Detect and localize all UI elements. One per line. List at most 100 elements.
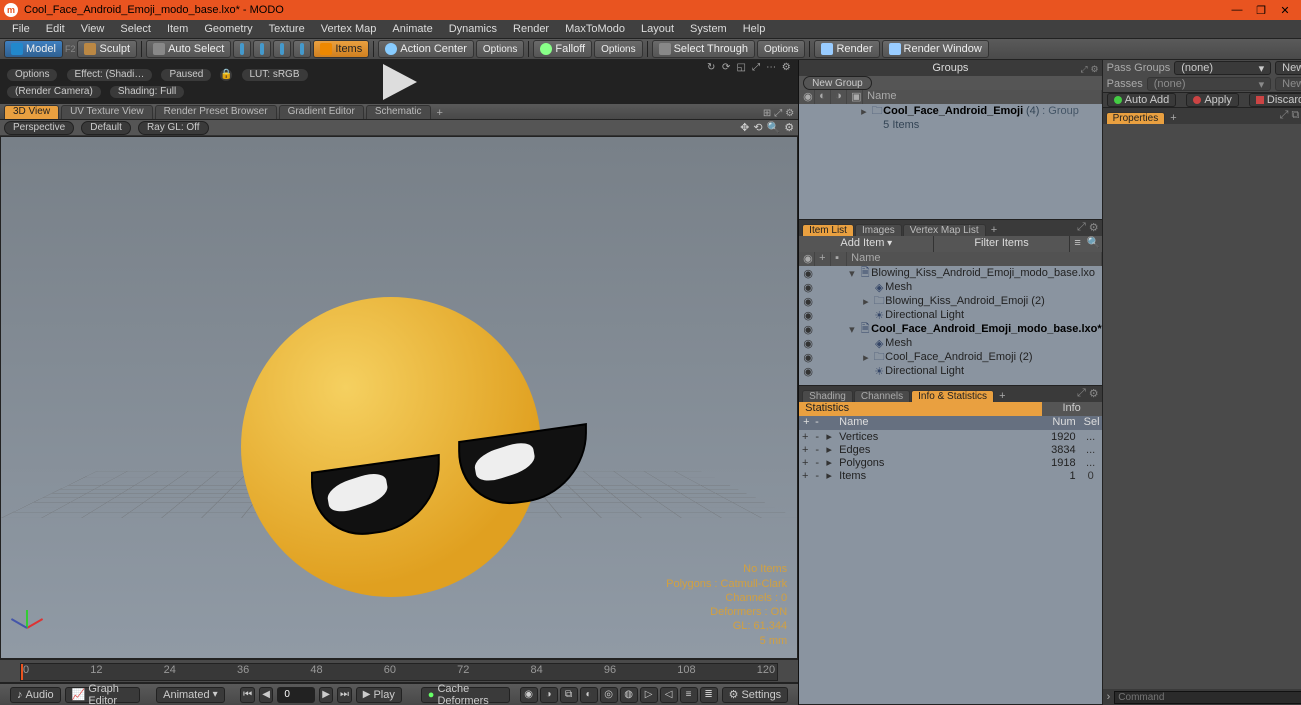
name-column-header[interactable]: Name — [847, 252, 1101, 266]
menu-render[interactable]: Render — [505, 23, 557, 35]
rig-icon-3[interactable]: ⧉ — [560, 687, 578, 703]
panel-gear-icon[interactable]: ⚙ — [1091, 61, 1099, 77]
add-item-button[interactable]: Add Item ▾ — [799, 236, 934, 252]
gear-icon[interactable]: ⚙ — [780, 62, 792, 74]
sync-icon[interactable]: ⟳ — [720, 62, 732, 74]
statistics-subtab[interactable]: Statistics — [799, 402, 1041, 416]
info-subtab[interactable]: Info — [1042, 402, 1102, 416]
render-paused-button[interactable]: Paused — [160, 68, 212, 82]
select-materials-button[interactable] — [293, 40, 311, 58]
zoom-icon[interactable]: 🔍 — [767, 121, 781, 134]
tab-channels[interactable]: Channels — [854, 390, 910, 402]
play-button[interactable]: ▶ Play — [356, 687, 402, 703]
goto-start-button[interactable]: ⏮ — [240, 687, 254, 703]
new-pass-button[interactable]: New — [1275, 77, 1301, 91]
item-row[interactable]: ◉▾🗎Cool_Face_Android_Emoji_modo_base.lxo… — [799, 322, 1101, 336]
tab-3d-view[interactable]: 3D View — [4, 105, 59, 119]
select-through-button[interactable]: Select Through — [652, 40, 755, 58]
current-frame-input[interactable]: 0 — [277, 687, 314, 703]
render-shading-button[interactable]: Shading: Full — [109, 85, 185, 99]
popout-icon[interactable]: ◱ — [735, 62, 747, 74]
model-tab-button[interactable]: Model — [4, 40, 63, 58]
audio-button[interactable]: ♪Audio — [10, 687, 61, 703]
viewport-gear-icon[interactable]: ⚙ — [784, 121, 794, 134]
rotate-icon[interactable]: ⟲ — [753, 121, 762, 134]
stats-table[interactable]: +-▸Vertices1920...+-▸Edges3834...+-▸Poly… — [799, 430, 1101, 704]
panel-popout-icon[interactable]: ⤢ — [1280, 109, 1289, 122]
solo-col-icon[interactable]: ◑ — [831, 90, 847, 104]
3d-viewport[interactable]: No Items Polygons : Catmull-Clark Channe… — [0, 136, 798, 659]
add-tab-button[interactable]: + — [433, 107, 447, 119]
menu-vertexmap[interactable]: Vertex Map — [313, 23, 385, 35]
timeline[interactable]: 0 12 24 36 48 60 72 84 96 108 120 — [0, 659, 798, 683]
autoselect-button[interactable]: Auto Select — [146, 40, 231, 58]
menu-view[interactable]: View — [73, 23, 113, 35]
refresh-icon[interactable]: ↻ — [705, 62, 717, 74]
new-passgroup-button[interactable]: New — [1275, 61, 1301, 75]
lock-col-icon[interactable]: ◐ — [815, 90, 831, 104]
rig-icon-7[interactable]: ▷ — [640, 687, 658, 703]
item-row[interactable]: ◉◈Mesh — [799, 336, 1101, 350]
item-row[interactable]: ◉▾🗎Blowing_Kiss_Android_Emoji_modo_base.… — [799, 266, 1101, 280]
add-tab-plus[interactable]: + — [987, 224, 1001, 236]
menu-edit[interactable]: Edit — [38, 23, 73, 35]
stats-name-header[interactable]: Name — [835, 416, 1041, 430]
menu-layout[interactable]: Layout — [633, 23, 682, 35]
panel-gear-icon[interactable]: ⚙ — [1089, 387, 1099, 400]
add-col-icon[interactable]: + — [815, 252, 831, 266]
goto-end-button[interactable]: ⏭ — [337, 687, 351, 703]
tab-schematic[interactable]: Schematic — [366, 105, 431, 119]
name-column-header[interactable]: Name — [863, 90, 1101, 104]
rig-icon-10[interactable]: ≣ — [700, 687, 718, 703]
gear-viewport-icon[interactable]: ⚙ — [785, 108, 794, 119]
select-edges-button[interactable] — [253, 40, 271, 58]
rig-icon-4[interactable]: ◐ — [580, 687, 598, 703]
add-tab-plus[interactable]: + — [1166, 112, 1180, 124]
passes-dropdown[interactable]: (none)▾ — [1147, 77, 1271, 91]
item-row[interactable]: ◉☀Directional Light — [799, 308, 1101, 322]
render-options-button[interactable]: Options — [6, 68, 58, 82]
search-icon[interactable]: 🔍 — [1086, 236, 1102, 252]
auto-add-button[interactable]: Auto Add — [1107, 93, 1177, 107]
panel-expand-icon[interactable]: ⧉ — [1291, 109, 1299, 122]
select-through-options-button[interactable]: Options — [757, 40, 805, 58]
render-effect-button[interactable]: Effect: (Shadi… — [66, 68, 154, 82]
settings-button[interactable]: ⚙Settings — [722, 687, 789, 703]
view-type-dropdown[interactable]: Perspective — [4, 121, 74, 135]
falloff-options-button[interactable]: Options — [594, 40, 642, 58]
stats-row[interactable]: +-▸Polygons1918... — [799, 456, 1101, 469]
item-row[interactable]: ◉▸🗀Blowing_Kiss_Android_Emoji (2) — [799, 294, 1101, 308]
menu-system[interactable]: System — [682, 23, 735, 35]
select-col-icon[interactable]: ▣ — [847, 90, 863, 104]
stats-num-header[interactable]: Num — [1042, 416, 1080, 430]
menu-file[interactable]: File — [4, 23, 38, 35]
cache-deformers-button[interactable]: ●Cache Deformers — [421, 687, 510, 703]
rig-icon-6[interactable]: ◍ — [620, 687, 638, 703]
tab-info-stats[interactable]: Info & Statistics — [911, 390, 994, 402]
expand-viewport-icon[interactable]: ⤢ — [774, 108, 782, 119]
animated-filter-dropdown[interactable]: Animated ▾ — [156, 687, 225, 703]
color-col-icon[interactable]: ▪ — [831, 252, 847, 266]
menu-animate[interactable]: Animate — [384, 23, 440, 35]
rig-icon-9[interactable]: ≡ — [680, 687, 698, 703]
discard-button[interactable]: Discard — [1249, 93, 1301, 107]
tab-properties[interactable]: Properties — [1106, 112, 1166, 124]
menu-item[interactable]: Item — [159, 23, 196, 35]
render-button[interactable]: Render — [814, 40, 879, 58]
render-window-button[interactable]: Render Window — [882, 40, 989, 58]
stats-row[interactable]: +-▸Edges3834... — [799, 443, 1101, 456]
stats-sel-header[interactable]: Sel — [1080, 416, 1102, 430]
expand-icon[interactable]: ⤢ — [750, 62, 762, 74]
panel-popout-icon[interactable]: ⤢ — [1080, 61, 1087, 77]
stats-row[interactable]: +-▸Items10 — [799, 469, 1101, 482]
panel-popout-icon[interactable]: ⤢ — [1077, 221, 1086, 234]
rig-icon-1[interactable]: ◉ — [520, 687, 538, 703]
select-vertices-button[interactable] — [233, 40, 251, 58]
panel-popout-icon[interactable]: ⤢ — [1077, 387, 1086, 400]
tab-vertex-map-list[interactable]: Vertex Map List — [903, 224, 986, 236]
pass-groups-dropdown[interactable]: (none)▾ — [1174, 61, 1271, 75]
prev-frame-button[interactable]: ◀ — [259, 687, 273, 703]
group-row[interactable]: ▸🗀 Cool_Face_Android_Emoji (4) : Group — [799, 104, 1101, 118]
action-center-button[interactable]: Action Center — [378, 40, 474, 58]
menu-geometry[interactable]: Geometry — [196, 23, 260, 35]
